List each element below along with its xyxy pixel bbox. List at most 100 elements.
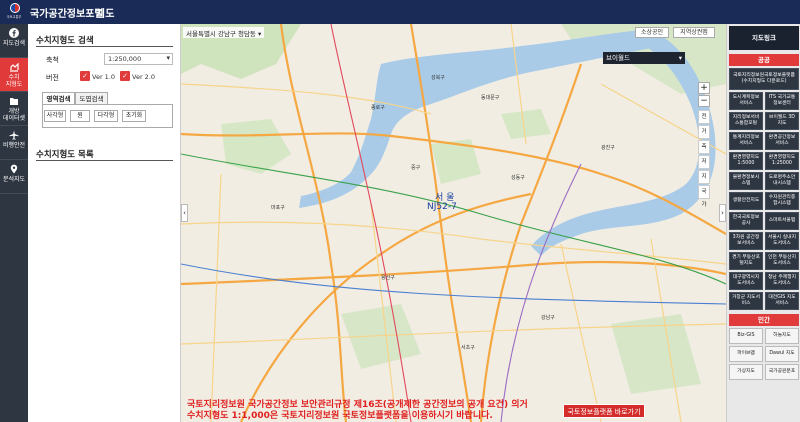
- section-private: 민간: [729, 314, 799, 326]
- chevron-left-icon: ‹: [183, 209, 186, 217]
- map-link-button[interactable]: 한국국토정보공사: [729, 212, 763, 230]
- nav-label-map-search: 지도검색: [2, 40, 26, 47]
- map-view[interactable]: 서울특별시 강남구 청담동 ▾ 소상공인 지역상권맵 브이월드 ▾ + − 전환…: [181, 24, 726, 422]
- facebook-f-icon: [9, 28, 19, 38]
- map-link-button[interactable]: 스마트서울맵: [765, 212, 799, 230]
- map-district-label: 용산구: [381, 275, 395, 281]
- scale-select-value: 1:250,000: [108, 55, 142, 63]
- map-canvas[interactable]: [181, 24, 726, 422]
- nav-item-analysis-map[interactable]: 분석지도: [0, 160, 28, 194]
- panel-title: 수치지형도 검색: [36, 36, 94, 46]
- list-divider: [36, 160, 173, 161]
- map-link-button[interactable]: 경기 부동산포털지도: [729, 252, 763, 270]
- nav-item-topographic-map[interactable]: 수치 지형도: [0, 58, 28, 92]
- scale-select[interactable]: 1:250,000 ▾: [104, 53, 173, 65]
- tool-measure[interactable]: 측: [698, 140, 710, 154]
- map-link-button[interactable]: 국토지리정보원국토정보플랫폼(수치지형도 다운로드): [729, 68, 799, 90]
- left-navigation: 지도검색 수치 지형도 개방 데이터셋 비행안전 분석지도: [0, 24, 28, 422]
- app-header: 국토교통부 국가공간정보포털 지도: [0, 0, 800, 24]
- map-district-label: 종로구: [371, 105, 385, 111]
- map-link-button[interactable]: 대구광역시지도서비스: [729, 272, 763, 290]
- search-panel: 수치지형도 검색 축척 1:250,000 ▾ 버전 ✓ Ver 1.0 ✓ V…: [28, 24, 181, 422]
- zoom-in-button[interactable]: +: [698, 82, 710, 94]
- logo-text: 국토교통부: [6, 15, 22, 19]
- tool-distance[interactable]: 거리: [698, 125, 710, 148]
- map-link-button[interactable]: 환경영향지도 1:5000: [729, 152, 763, 170]
- map-link-button[interactable]: 생활안전지도: [729, 192, 763, 210]
- private-map-link-button[interactable]: 파이브맵: [729, 346, 763, 362]
- notice-line-2: 수치지형도 1:1,000은 국토지리정보원 국토정보플랫폼을 이용하시기 바랍…: [187, 411, 493, 421]
- security-notice: 국토지리정보원 국가공간정보 보안관리규정 제16조(공개제한 공간정보의 공개…: [187, 400, 528, 422]
- map-link-button[interactable]: 환경영향지도 1:25000: [765, 152, 799, 170]
- ver2-label: Ver 2.0: [132, 73, 156, 81]
- nav-label-topographic-map: 수치 지형도: [5, 74, 23, 88]
- map-link-button[interactable]: 인천 부동산지도서비스: [765, 252, 799, 270]
- map-sheet-label: NJ52-7: [427, 202, 457, 212]
- map-link-button[interactable]: 거창군 지도서비스: [729, 292, 763, 310]
- nav-item-open-dataset[interactable]: 개방 데이터셋: [0, 92, 28, 126]
- nav-label-flight-safety: 비행안전: [2, 142, 26, 149]
- map-link-button[interactable]: 브이월드 3D지도: [765, 112, 799, 130]
- ver2-checkbox[interactable]: ✓: [120, 71, 130, 81]
- map-link-button[interactable]: 청남 주제행지도서비스: [765, 272, 799, 290]
- map-link-button[interactable]: 대전GIS 지도서비스: [765, 292, 799, 310]
- address-bar[interactable]: 서울특별시 강남구 청담동 ▾: [183, 27, 265, 38]
- map-district-label: 마포구: [271, 205, 285, 211]
- private-map-link-button[interactable]: 가상지도: [729, 364, 763, 380]
- map-link-button[interactable]: ITS 국가교통정보센터: [765, 92, 799, 110]
- consumer-button[interactable]: 소상공인: [635, 27, 669, 38]
- tool-map[interactable]: 지도: [698, 170, 710, 193]
- nav-item-flight-safety[interactable]: 비행안전: [0, 126, 28, 160]
- basemap-select[interactable]: 브이월드 ▾: [603, 52, 685, 64]
- map-link-button[interactable]: 물환경정보시스템: [729, 172, 763, 190]
- zoom-out-button[interactable]: −: [698, 95, 710, 107]
- map-link-button[interactable]: 도시계획정보서비스: [729, 92, 763, 110]
- scale-label: 축척: [46, 56, 59, 64]
- han-river: [299, 172, 371, 208]
- folder-icon: [10, 98, 18, 105]
- collapse-left-button[interactable]: ‹: [181, 204, 188, 222]
- map-district-label: 동대문구: [481, 95, 500, 101]
- ver1-label: Ver 1.0: [92, 73, 116, 81]
- map-district-label: 성북구: [431, 75, 445, 81]
- map-link-button[interactable]: 통계지리정보서비스: [729, 132, 763, 150]
- reset-button[interactable]: 초기화: [122, 110, 146, 122]
- collapse-right-button[interactable]: ›: [719, 204, 726, 222]
- platform-shortcut-button[interactable]: 국토정보플랫폼 바로가기: [563, 404, 645, 418]
- tool-switch[interactable]: 전환: [698, 110, 710, 133]
- private-map-link-button[interactable]: 국가공원분포: [765, 364, 799, 380]
- section-public: 공공: [729, 54, 799, 66]
- version-label: 버전: [46, 74, 59, 82]
- nav-label-open-dataset: 개방 데이터셋: [2, 108, 26, 122]
- ver1-checkbox[interactable]: ✓: [80, 71, 90, 81]
- ministry-logo[interactable]: 국토교통부: [4, 3, 24, 21]
- map-link-button[interactable]: 3차원 공간정보서비스: [729, 232, 763, 250]
- map-link-button[interactable]: 서울시 실내지도서비스: [765, 232, 799, 250]
- region-map-button[interactable]: 지역상권맵: [673, 27, 715, 38]
- polygon-button[interactable]: 다각형: [94, 110, 118, 122]
- tool-save[interactable]: 저장: [698, 155, 710, 178]
- map-links-title: 지도링크: [729, 26, 799, 50]
- circle-button[interactable]: 원: [70, 110, 90, 122]
- private-map-link-button[interactable]: Biz-GIS: [729, 328, 763, 344]
- map-link-button[interactable]: 수자원관리종합시스템: [765, 192, 799, 210]
- rectangle-button[interactable]: 사각형: [44, 110, 66, 122]
- chevron-down-icon: ▾: [678, 54, 682, 62]
- private-map-link-button[interactable]: Dawul 지도: [765, 346, 799, 362]
- map-district-label: 중구: [411, 165, 421, 171]
- chevron-down-icon: ▾: [166, 54, 170, 62]
- map-district-label: 광진구: [601, 145, 615, 151]
- app-title[interactable]: 국가공간정보포털: [30, 5, 104, 20]
- tool-national[interactable]: 국가: [698, 185, 710, 208]
- chevron-down-icon: ▾: [258, 30, 262, 38]
- notice-line-1: 국토지리정보원 국가공간정보 보안관리규정 제16조(공개제한 공간정보의 공개…: [187, 400, 528, 410]
- basemap-select-value: 브이월드: [606, 54, 630, 62]
- private-map-link-button[interactable]: 하늘지도: [765, 328, 799, 344]
- panel-divider: [36, 46, 173, 47]
- nav-item-map-search[interactable]: 지도검색: [0, 24, 28, 58]
- list-title: 수치지형도 목록: [36, 150, 94, 160]
- map-link-button[interactable]: 지리정보서비스통합포털: [729, 112, 763, 130]
- map-link-button[interactable]: 도로명주소안내시스템: [765, 172, 799, 190]
- map-link-button[interactable]: 환경공간정보서비스: [765, 132, 799, 150]
- taegeuk-emblem-icon: [10, 3, 20, 13]
